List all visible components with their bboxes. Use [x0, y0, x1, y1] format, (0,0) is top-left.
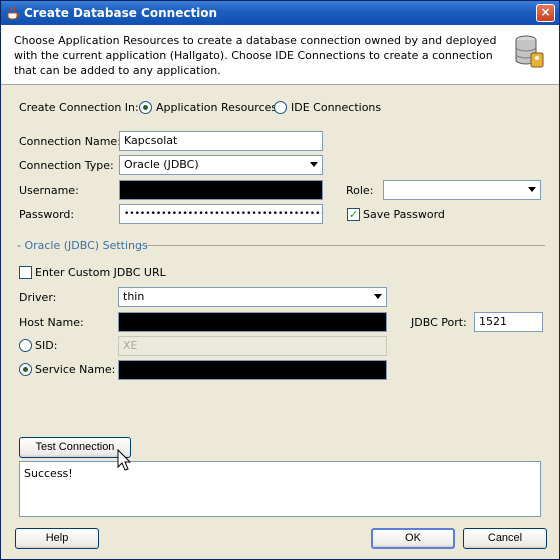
test-result-area: Success!	[19, 461, 541, 517]
create-in-label: Create Connection In:	[19, 101, 139, 114]
cancel-button[interactable]: Cancel	[463, 528, 547, 549]
oracle-settings-title: - Oracle (JDBC) Settings	[17, 239, 148, 252]
username-input[interactable]	[119, 180, 323, 200]
dialog-header: Choose Application Resources to create a…	[1, 25, 559, 85]
title-bar[interactable]: Create Database Connection ×	[1, 1, 559, 25]
sid-label[interactable]: SID:	[35, 339, 57, 352]
chevron-down-icon	[374, 294, 382, 299]
custom-jdbc-url-checkbox[interactable]	[19, 266, 32, 279]
close-button[interactable]: ×	[536, 4, 555, 22]
jdbc-port-label: JDBC Port:	[411, 316, 467, 329]
connection-type-select[interactable]: Oracle (JDBC)	[119, 155, 323, 175]
role-label: Role:	[346, 184, 374, 197]
password-label: Password:	[19, 208, 75, 221]
application-resources-label[interactable]: Application Resources	[156, 101, 277, 114]
database-icon	[515, 35, 544, 68]
application-resources-radio[interactable]	[139, 101, 152, 114]
help-button[interactable]: Help	[15, 528, 99, 549]
java-cup-icon	[7, 6, 20, 20]
service-name-input[interactable]	[118, 360, 387, 380]
service-name-label[interactable]: Service Name:	[35, 363, 115, 376]
jdbc-port-input[interactable]: 1521	[474, 312, 543, 332]
section-divider	[141, 245, 545, 246]
ide-connections-radio[interactable]	[274, 101, 287, 114]
header-description: Choose Application Resources to create a…	[14, 34, 497, 77]
window-title: Create Database Connection	[24, 6, 218, 20]
connection-name-label: Connection Name:	[19, 135, 121, 148]
driver-value: thin	[123, 290, 145, 303]
connection-name-input[interactable]: Kapcsolat	[119, 131, 323, 151]
password-input[interactable]: ••••••••••••••••••••••••••••••••••••••	[119, 204, 323, 224]
connection-type-value: Oracle (JDBC)	[124, 158, 199, 171]
host-name-input[interactable]	[118, 312, 387, 332]
test-connection-button[interactable]: Test Connection	[19, 437, 131, 458]
host-name-label: Host Name:	[19, 316, 84, 329]
ide-connections-label[interactable]: IDE Connections	[291, 101, 381, 114]
connection-type-label: Connection Type:	[19, 159, 114, 172]
create-database-connection-dialog: Create Database Connection × Choose Appl…	[0, 0, 560, 560]
chevron-down-icon	[310, 162, 318, 167]
save-password-label[interactable]: Save Password	[363, 208, 445, 221]
driver-select[interactable]: thin	[118, 287, 387, 307]
save-password-checkbox[interactable]: ✓	[347, 208, 360, 221]
driver-label: Driver:	[19, 291, 57, 304]
role-select[interactable]	[383, 180, 541, 200]
service-name-radio[interactable]	[19, 363, 32, 376]
sid-radio[interactable]	[19, 339, 32, 352]
ok-button[interactable]: OK	[371, 528, 455, 549]
username-label: Username:	[19, 184, 79, 197]
chevron-down-icon	[528, 187, 536, 192]
mouse-pointer-icon	[117, 449, 132, 471]
sid-input[interactable]: XE	[118, 336, 387, 356]
custom-jdbc-url-label[interactable]: Enter Custom JDBC URL	[35, 266, 166, 279]
